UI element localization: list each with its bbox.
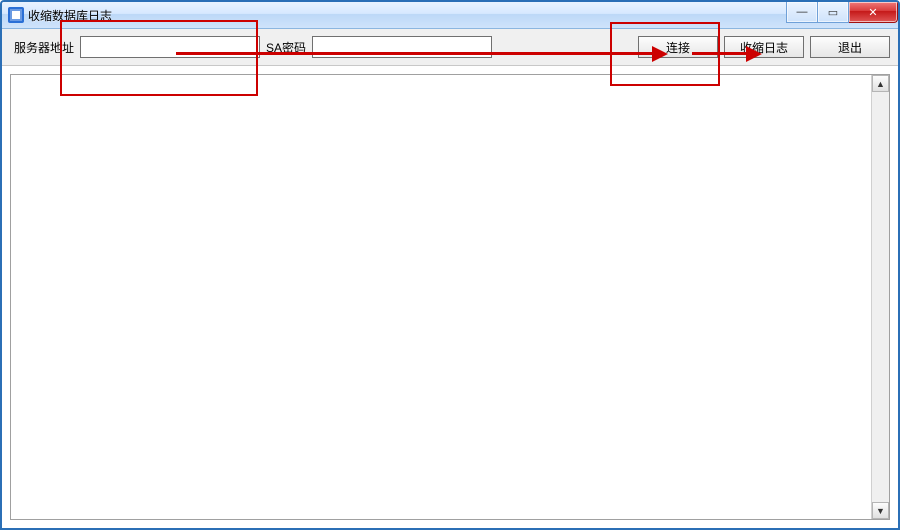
maximize-icon: ▭ <box>828 6 838 19</box>
chevron-up-icon: ▲ <box>876 79 885 89</box>
app-window: 收缩数据库日志 — ▭ ✕ 服务器地址 SA密码 连接 收缩日志 退出 ▲ ▼ <box>0 0 900 530</box>
shrink-log-button[interactable]: 收缩日志 <box>724 36 804 58</box>
log-output-area: ▲ ▼ <box>10 74 890 520</box>
close-icon: ✕ <box>868 6 877 19</box>
connect-button[interactable]: 连接 <box>638 36 718 58</box>
close-button[interactable]: ✕ <box>849 2 898 23</box>
server-address-label: 服务器地址 <box>14 39 74 56</box>
vertical-scrollbar[interactable]: ▲ ▼ <box>871 75 889 519</box>
titlebar: 收缩数据库日志 — ▭ ✕ <box>2 2 898 29</box>
scroll-down-button[interactable]: ▼ <box>872 502 889 519</box>
sa-password-label: SA密码 <box>266 39 306 56</box>
exit-button[interactable]: 退出 <box>810 36 890 58</box>
maximize-button[interactable]: ▭ <box>818 2 849 23</box>
toolbar: 服务器地址 SA密码 连接 收缩日志 退出 <box>2 29 898 66</box>
chevron-down-icon: ▼ <box>876 506 885 516</box>
server-address-input[interactable] <box>80 36 260 58</box>
window-title: 收缩数据库日志 <box>28 7 112 24</box>
minimize-button[interactable]: — <box>786 2 818 23</box>
sa-password-input[interactable] <box>312 36 492 58</box>
app-icon <box>8 7 24 23</box>
window-controls: — ▭ ✕ <box>786 2 898 28</box>
scroll-up-button[interactable]: ▲ <box>872 75 889 92</box>
minimize-icon: — <box>797 6 808 18</box>
